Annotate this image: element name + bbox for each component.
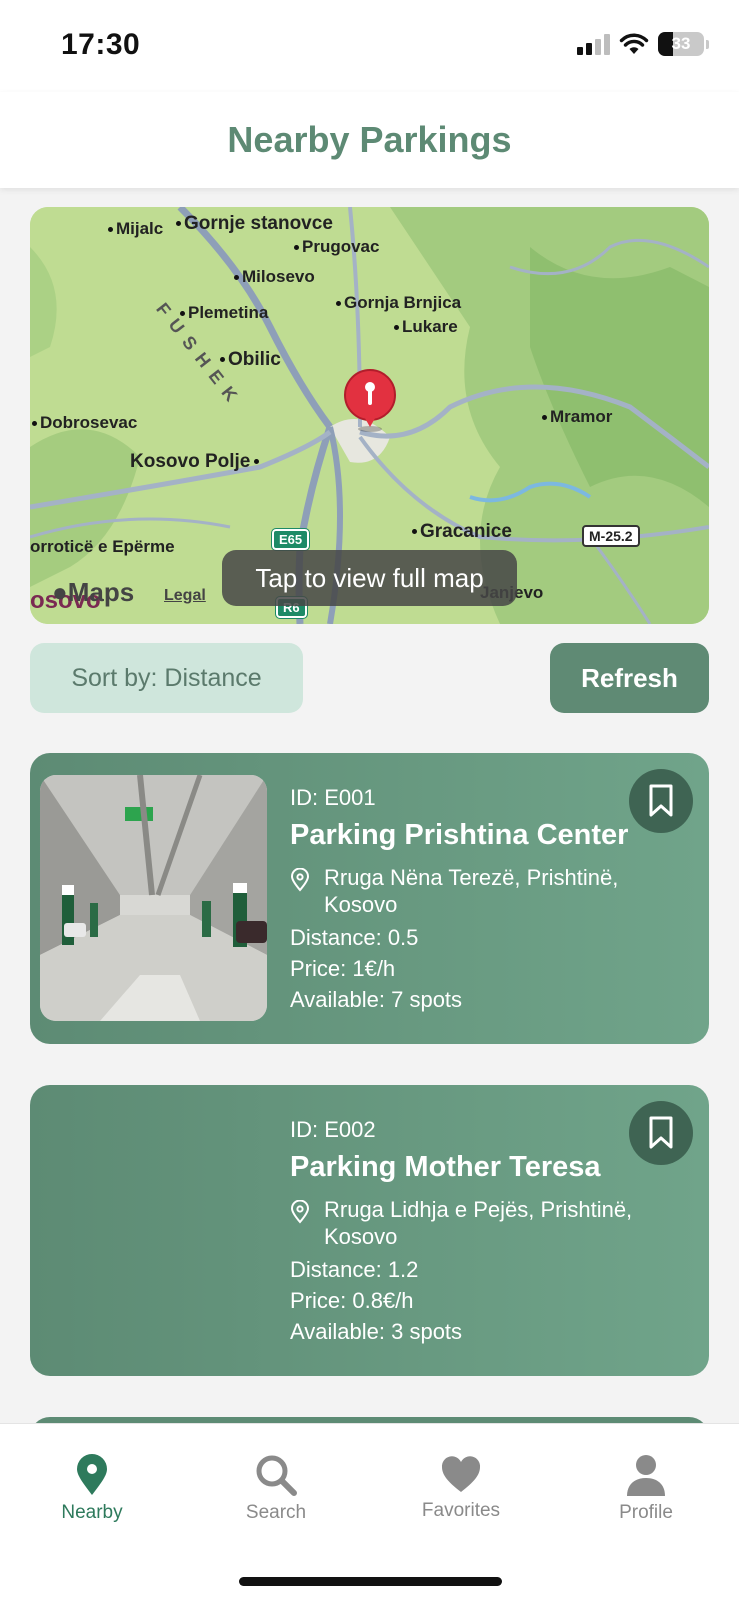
bookmark-icon — [649, 1116, 673, 1149]
status-icons: 33 — [577, 32, 709, 56]
bookmark-icon — [649, 784, 673, 817]
map-label: Milosevo — [234, 267, 315, 287]
tab-label: Nearby — [61, 1502, 123, 1523]
parking-name: Parking Mother Teresa — [290, 1151, 601, 1183]
heart-icon — [441, 1456, 481, 1492]
map-label: Plemetina — [180, 303, 268, 323]
header: Nearby Parkings — [0, 92, 739, 188]
map-label: Gornja Brnjica — [336, 293, 461, 313]
map-preview[interactable]: Mijalc Gornje stanovce Prugovac Milosevo… — [30, 207, 709, 624]
map-label: Mramor — [542, 407, 612, 427]
parking-distance: Distance: 0.5 — [290, 925, 419, 950]
map-label: Kosovo Polje — [130, 451, 262, 473]
map-location-pin-icon[interactable] — [342, 369, 398, 433]
map-label: orroticë e Epërme — [30, 537, 175, 556]
status-time: 17:30 — [61, 28, 141, 61]
refresh-button[interactable]: Refresh — [550, 643, 709, 713]
parking-info: ID: E002 Parking Mother Teresa Rruga Lid… — [290, 1117, 689, 1347]
bookmark-button[interactable] — [629, 1101, 693, 1165]
parking-address-text: Rruga Lidhja e Pejës, Prishtinë, Kosovo — [324, 1197, 633, 1249]
tab-search[interactable]: Search — [206, 1454, 346, 1524]
location-pin-icon — [290, 864, 324, 918]
parking-price: Price: 0.8€/h — [290, 1288, 414, 1313]
parking-availability: Available: 3 spots — [290, 1319, 463, 1344]
parking-photo — [40, 775, 267, 1021]
wifi-icon — [619, 33, 649, 54]
home-indicator[interactable] — [239, 1577, 502, 1586]
parking-name: Parking Prishtina Center — [290, 819, 629, 851]
map-label: Lukare — [394, 317, 458, 337]
parking-price: Price: 1€/h — [290, 956, 396, 981]
battery-tip — [706, 39, 709, 49]
map-label: Mijalc — [108, 219, 163, 239]
tab-label: Favorites — [421, 1500, 501, 1521]
parking-card[interactable]: ID: E002 Parking Mother Teresa Rruga Lid… — [30, 1085, 709, 1376]
location-pin-icon — [290, 1196, 324, 1250]
road-shield: E65 — [270, 528, 311, 551]
tab-bar: Nearby Search Favorites Profile — [0, 1423, 739, 1600]
parking-address-text: Rruga Nëna Terezë, Prishtinë, Kosovo — [324, 865, 619, 917]
tab-label: Search — [245, 1502, 307, 1523]
parking-card[interactable]: ID: E001 Parking Prishtina Center Rruga … — [30, 753, 709, 1044]
screen: 17:30 33 Nearby Parkings Mijalc Gornje s… — [0, 0, 739, 1600]
page-title: Nearby Parkings — [227, 119, 512, 160]
tab-favorites[interactable]: Favorites — [391, 1454, 531, 1522]
map-label: Prugovac — [294, 237, 379, 257]
sort-button[interactable]: Sort by: Distance — [30, 643, 303, 713]
tab-nearby[interactable]: Nearby — [22, 1454, 162, 1524]
parking-address: Rruga Nëna Terezë, Prishtinë, Kosovo — [290, 864, 689, 918]
parking-availability: Available: 7 spots — [290, 987, 463, 1012]
road-sign: M-25.2 — [582, 525, 640, 547]
apple-logo-icon: ● — [52, 577, 68, 607]
view-full-map-button[interactable]: Tap to view full map — [222, 550, 517, 606]
parking-info: ID: E001 Parking Prishtina Center Rruga … — [290, 785, 689, 1015]
person-icon — [627, 1455, 665, 1496]
search-icon — [256, 1455, 297, 1496]
bookmark-button[interactable] — [629, 769, 693, 833]
map-legal-link[interactable]: Legal — [164, 587, 206, 605]
location-pin-icon — [77, 1454, 107, 1495]
status-bar: 17:30 33 — [0, 0, 739, 92]
map-label: Gornje stanovce — [176, 213, 333, 235]
battery-icon: 33 — [658, 32, 704, 56]
parking-distance: Distance: 1.2 — [290, 1257, 419, 1282]
map-label: Obilic — [220, 349, 281, 371]
tab-label: Profile — [619, 1502, 673, 1523]
tab-profile[interactable]: Profile — [576, 1454, 716, 1524]
battery-level: 33 — [671, 34, 691, 53]
maps-brand: ●Maps — [52, 577, 135, 607]
map-label: Gracanice — [412, 521, 512, 543]
cellular-signal-icon — [577, 33, 610, 55]
parking-address: Rruga Lidhja e Pejës, Prishtinë, Kosovo — [290, 1196, 689, 1250]
map-label: Dobrosevac — [32, 413, 137, 433]
